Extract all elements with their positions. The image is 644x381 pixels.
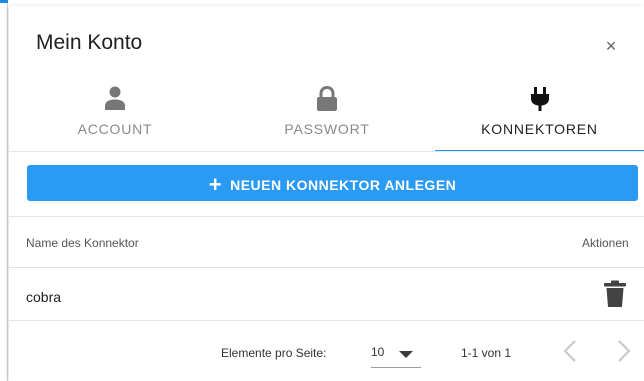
column-header-actions: Aktionen (582, 236, 629, 250)
tab-account-label: ACCOUNT (77, 121, 153, 137)
tabs-divider (9, 151, 644, 152)
plus-icon: + (208, 172, 223, 197)
connector-name-cell: cobra (26, 289, 62, 305)
dialog-header: Mein Konto × (9, 6, 644, 78)
lock-icon (315, 85, 339, 117)
person-icon (104, 86, 126, 115)
plug-icon (529, 86, 551, 117)
page-range-label: 1-1 von 1 (461, 346, 512, 360)
tab-bar: ACCOUNT PASSWORT KONNEKTOREN (9, 78, 644, 152)
add-connector-button[interactable]: + NEUEN KONNEKTOR ANLEGEN (27, 165, 638, 201)
account-dialog: Mein Konto × ACCOUNT PASSWORT KONNEKTORE… (9, 6, 644, 381)
page-size-value: 10 (371, 345, 385, 359)
page-size-select[interactable]: 10 (371, 339, 421, 368)
column-header-name: Name des Konnektor (26, 236, 139, 250)
divider (9, 267, 644, 268)
tab-konnektoren[interactable]: KONNEKTOREN (435, 78, 644, 152)
trash-icon[interactable] (603, 280, 627, 313)
tab-passwort[interactable]: PASSWORT (221, 78, 433, 152)
tab-account[interactable]: ACCOUNT (9, 78, 221, 152)
items-per-page-label: Elemente pro Seite: (221, 346, 327, 360)
divider (9, 320, 644, 321)
dialog-title: Mein Konto (36, 31, 143, 54)
close-icon[interactable]: × (601, 36, 621, 56)
background-edge (0, 0, 8, 381)
divider (9, 216, 644, 217)
background-accent-line (0, 0, 8, 3)
tab-passwort-label: PASSWORT (284, 121, 370, 137)
add-connector-label: NEUEN KONNEKTOR ANLEGEN (230, 177, 457, 193)
previous-page-icon[interactable] (559, 337, 583, 365)
dropdown-caret-icon (399, 351, 413, 358)
next-page-icon[interactable] (611, 337, 635, 365)
tab-konnektoren-label: KONNEKTOREN (481, 121, 598, 137)
